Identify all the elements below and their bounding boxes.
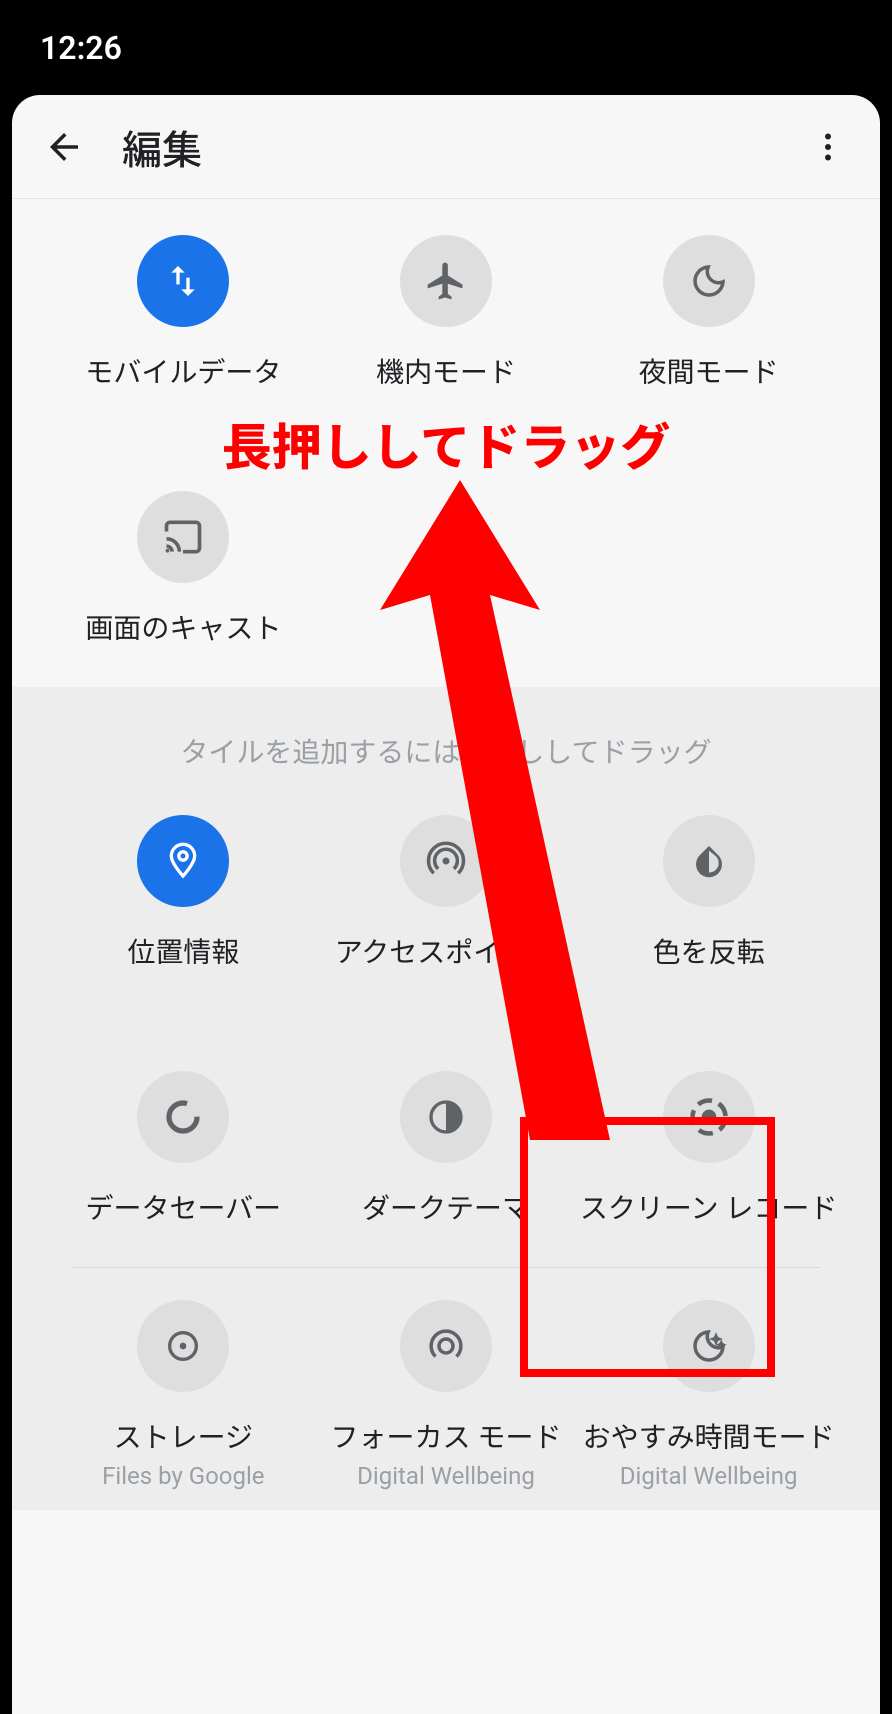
data-saver-icon xyxy=(162,1096,204,1138)
tiles-divider xyxy=(72,1267,820,1268)
tile-label: 位置情報 xyxy=(127,931,239,971)
tile-label: 機内モード xyxy=(376,351,516,391)
tile-mobile-data[interactable]: モバイルデータ xyxy=(52,235,315,391)
tile-invert-colors[interactable]: 色を反転 xyxy=(577,815,840,971)
hotspot-icon xyxy=(425,840,467,882)
screen-record-icon xyxy=(687,1095,731,1139)
cast-icon xyxy=(161,515,205,559)
edit-panel: 編集 モバイルデータ xyxy=(12,95,880,1714)
airplane-icon xyxy=(424,259,468,303)
tile-label: モバイルデータ xyxy=(85,351,281,391)
tile-label: おやすみ時間モード xyxy=(583,1416,835,1456)
status-time: 12:26 xyxy=(40,29,122,67)
back-button[interactable] xyxy=(36,119,92,175)
location-icon xyxy=(163,841,203,881)
more-menu-button[interactable] xyxy=(800,119,856,175)
tile-label: アクセスポイント xyxy=(335,931,558,971)
tile-sublabel: Digital Wellbeing xyxy=(357,1462,535,1490)
disc-icon xyxy=(163,1326,203,1366)
tile-label: データセーバー xyxy=(85,1187,281,1227)
tile-cast[interactable]: 画面のキャスト xyxy=(52,491,315,647)
tile-label: ダークテーマ xyxy=(362,1187,530,1227)
tile-sublabel: Files by Google xyxy=(102,1462,264,1490)
tile-hotspot[interactable]: アクセスポイント xyxy=(315,815,578,971)
tile-label: 色を反転 xyxy=(653,931,765,971)
tile-sublabel: Digital Wellbeing xyxy=(620,1462,798,1490)
more-vert-icon xyxy=(810,129,846,165)
tile-storage[interactable]: ストレージ Files by Google xyxy=(52,1300,315,1490)
drag-hint: タイルを追加するには長押ししてドラッグ xyxy=(12,731,880,771)
tile-label: スクリーン レコード xyxy=(580,1187,838,1227)
annotation-text: 長押ししてドラッグ xyxy=(222,408,671,480)
status-bar: 12:26 xyxy=(0,0,892,95)
arrow-back-icon xyxy=(43,126,85,168)
tile-airplane-mode[interactable]: 機内モード xyxy=(315,235,578,391)
tile-screen-record[interactable]: スクリーン レコード xyxy=(577,1071,840,1227)
available-tiles-section: タイルを追加するには長押ししてドラッグ 位置情報 xyxy=(12,687,880,1510)
tile-label: 夜間モード xyxy=(639,351,779,391)
tile-label: ストレージ xyxy=(114,1416,253,1456)
tile-night-mode[interactable]: 夜間モード xyxy=(577,235,840,391)
tile-dark-theme[interactable]: ダークテーマ xyxy=(315,1071,578,1227)
tile-focus-mode[interactable]: フォーカス モード Digital Wellbeing xyxy=(315,1300,578,1490)
tile-location[interactable]: 位置情報 xyxy=(52,815,315,971)
tile-bedtime-mode[interactable]: おやすみ時間モード Digital Wellbeing xyxy=(577,1300,840,1490)
tile-label: 画面のキャスト xyxy=(85,607,281,647)
contrast-icon xyxy=(426,1097,466,1137)
appbar: 編集 xyxy=(12,95,880,199)
tile-label: フォーカス モード xyxy=(331,1416,562,1456)
invert-colors-icon xyxy=(689,841,729,881)
tile-data-saver[interactable]: データセーバー xyxy=(52,1071,315,1227)
focus-icon xyxy=(425,1325,467,1367)
swap-vert-icon xyxy=(163,261,203,301)
appbar-title: 編集 xyxy=(122,118,202,176)
moon-icon xyxy=(688,260,730,302)
bedtime-icon xyxy=(688,1325,730,1367)
